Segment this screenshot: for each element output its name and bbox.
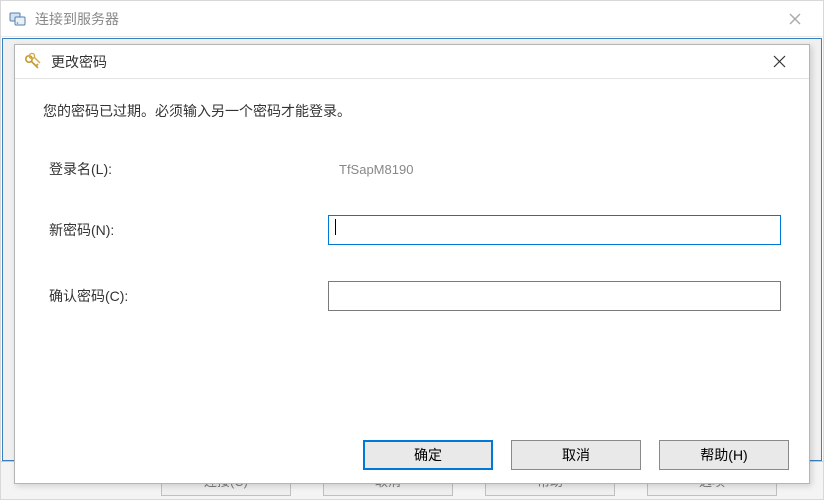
- help-button[interactable]: 帮助(H): [659, 440, 789, 470]
- dialog-title: 更改密码: [51, 52, 759, 72]
- cancel-button[interactable]: 取消: [511, 440, 641, 470]
- parent-close-button[interactable]: [775, 5, 815, 33]
- dialog-close-button[interactable]: [759, 49, 799, 75]
- new-password-label: 新密码(N):: [43, 220, 328, 240]
- login-row: 登录名(L): TfSapM8190: [43, 159, 781, 179]
- new-password-row: 新密码(N):: [43, 215, 781, 245]
- parent-window-title: 连接到服务器: [35, 9, 775, 29]
- dialog-message: 您的密码已过期。必须输入另一个密码才能登录。: [43, 101, 781, 121]
- ok-button[interactable]: 确定: [363, 440, 493, 470]
- parent-titlebar: 连接到服务器: [1, 1, 823, 37]
- confirm-password-label: 确认密码(C):: [43, 286, 328, 306]
- text-caret: [335, 219, 336, 235]
- dialog-titlebar: 更改密码: [15, 45, 809, 79]
- close-icon: [773, 55, 786, 68]
- login-label: 登录名(L):: [43, 159, 333, 179]
- keys-icon: [23, 52, 43, 72]
- confirm-password-row: 确认密码(C):: [43, 281, 781, 311]
- server-icon: [9, 10, 27, 28]
- dialog-body: 您的密码已过期。必须输入另一个密码才能登录。 登录名(L): TfSapM819…: [15, 79, 809, 311]
- dialog-footer: 确定 取消 帮助(H): [15, 427, 809, 483]
- close-icon: [789, 13, 801, 25]
- confirm-password-input[interactable]: [328, 281, 781, 311]
- login-value: TfSapM8190: [333, 162, 413, 177]
- new-password-input[interactable]: [328, 215, 781, 245]
- change-password-dialog: 更改密码 您的密码已过期。必须输入另一个密码才能登录。 登录名(L): TfSa…: [14, 44, 810, 484]
